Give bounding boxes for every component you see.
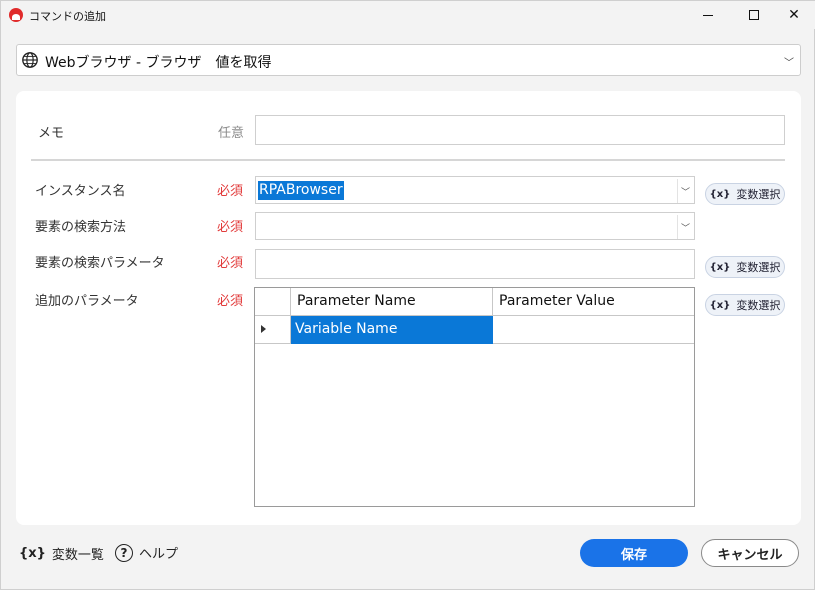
help-link[interactable]: ? ヘルプ <box>115 543 178 562</box>
variable-list-label: 変数一覧 <box>51 548 104 563</box>
help-icon: ? <box>115 543 133 562</box>
search-method-combobox[interactable]: ﹀ <box>255 212 695 240</box>
save-button[interactable]: 保存 <box>580 539 688 567</box>
minimize-icon <box>703 14 713 16</box>
variable-icon: {x} <box>709 261 731 273</box>
instance-required-tag: 必須 <box>217 184 244 199</box>
cancel-button[interactable]: キャンセル <box>701 539 799 567</box>
extra-params-label: 追加のパラメータ <box>35 294 139 309</box>
maximize-button[interactable] <box>732 1 776 29</box>
variable-list-link[interactable]: {x} 変数一覧 <box>19 544 104 563</box>
variable-select-label: 変数選択 <box>736 261 781 274</box>
maximize-icon <box>749 10 759 20</box>
chevron-down-icon: ﹀ <box>680 224 690 234</box>
variable-icon: {x} <box>709 188 731 200</box>
grid-column-header[interactable]: Parameter Name <box>291 288 493 316</box>
search-param-variable-select-button[interactable]: {x} 変数選択 <box>705 256 785 278</box>
dialog-window: コマンドの追加 ✕ Webブラウザ - ブラウザ 値を取得 ﹀ メモ 任意 イン… <box>0 0 815 590</box>
command-select[interactable]: Webブラウザ - ブラウザ 値を取得 ﹀ <box>16 44 801 76</box>
extra-params-variable-select-button[interactable]: {x} 変数選択 <box>705 294 785 316</box>
extra-params-required-tag: 必須 <box>217 294 244 309</box>
grid-corner-cell <box>255 288 291 316</box>
parameter-grid[interactable]: Parameter Name Parameter Value Variable … <box>254 287 695 507</box>
grid-cell-parameter-name[interactable]: Variable Name <box>291 316 493 344</box>
close-button[interactable]: ✕ <box>772 1 815 29</box>
variable-select-label: 変数選択 <box>736 299 781 312</box>
command-select-value: Webブラウザ - ブラウザ 値を取得 <box>45 55 272 71</box>
combo-separator <box>677 215 678 239</box>
globe-icon <box>22 52 38 68</box>
search-param-input[interactable] <box>255 249 695 279</box>
variable-icon: {x} <box>19 546 46 561</box>
chevron-down-icon: ﹀ <box>784 58 794 69</box>
help-label: ヘルプ <box>139 547 179 562</box>
grid-cell-parameter-value[interactable] <box>493 316 694 344</box>
search-param-label: 要素の検索パラメータ <box>35 256 165 271</box>
instance-label: インスタンス名 <box>35 184 126 199</box>
memo-optional-tag: 任意 <box>218 126 245 141</box>
search-param-required-tag: 必須 <box>217 256 244 271</box>
variable-icon: {x} <box>709 299 731 311</box>
variable-select-label: 変数選択 <box>736 188 781 201</box>
app-logo-icon <box>9 8 23 22</box>
grid-column-header[interactable]: Parameter Value <box>493 288 694 316</box>
memo-input[interactable] <box>255 115 785 145</box>
instance-value: RPABrowser <box>258 181 344 200</box>
memo-label: メモ <box>38 126 65 141</box>
combo-separator <box>677 179 678 203</box>
instance-combobox[interactable]: RPABrowser ﹀ <box>255 176 695 204</box>
minimize-button[interactable] <box>686 1 730 29</box>
close-icon: ✕ <box>788 7 800 23</box>
grid-header: Parameter Name Parameter Value <box>255 288 694 316</box>
window-title: コマンドの追加 <box>29 10 106 23</box>
current-row-arrow-icon <box>261 325 266 333</box>
search-method-label: 要素の検索方法 <box>35 220 127 235</box>
chevron-down-icon: ﹀ <box>680 188 690 198</box>
instance-variable-select-button[interactable]: {x} 変数選択 <box>705 183 785 205</box>
title-bar: コマンドの追加 ✕ <box>1 1 815 29</box>
search-method-required-tag: 必須 <box>217 220 244 235</box>
divider <box>31 159 785 161</box>
grid-row-header[interactable] <box>255 316 291 344</box>
